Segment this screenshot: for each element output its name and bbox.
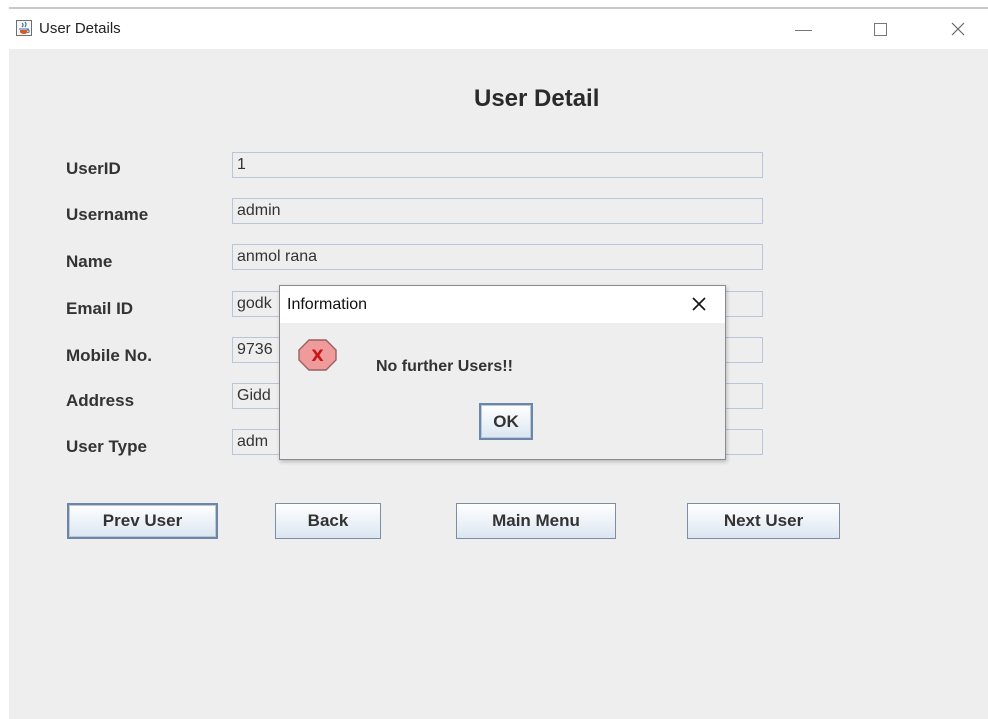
page-title: User Detail [474,85,600,112]
back-button[interactable]: Back [275,503,381,539]
userid-field[interactable]: 1 [232,152,763,178]
window-titlebar[interactable]: User Details [9,9,988,49]
dialog-title: Information [287,296,368,313]
maximize-icon [874,23,887,36]
error-icon: X [298,339,337,371]
email-label: Email ID [66,299,134,318]
name-field[interactable]: anmol rana [232,244,763,270]
user-type-label: User Type [66,437,147,456]
maximize-button[interactable] [861,16,901,42]
prev-user-button[interactable]: Prev User [67,503,218,539]
error-icon-letter: X [311,346,324,365]
minimize-button[interactable] [783,16,823,42]
name-label: Name [66,252,113,271]
dialog-titlebar[interactable]: Information [280,286,725,323]
java-app-icon [16,20,32,36]
user-details-window: User Details User Detail UserID 1 Userna… [9,7,988,719]
address-label: Address [66,391,135,410]
information-dialog: Information X No further Users!! OK [279,285,726,460]
minimize-icon [795,30,812,31]
next-user-button[interactable]: Next User [687,503,840,539]
dialog-close-icon[interactable] [689,294,709,314]
main-menu-button[interactable]: Main Menu [456,503,616,539]
java-cup-icon [19,21,30,34]
userid-label: UserID [66,159,121,178]
username-field[interactable]: admin [232,198,763,224]
mobile-label: Mobile No. [66,346,152,365]
close-icon [951,22,965,36]
username-label: Username [66,205,149,224]
dialog-message: No further Users!! [376,358,513,375]
ok-button[interactable]: OK [479,403,533,440]
window-title: User Details [39,20,121,37]
close-window-button[interactable] [938,16,978,42]
